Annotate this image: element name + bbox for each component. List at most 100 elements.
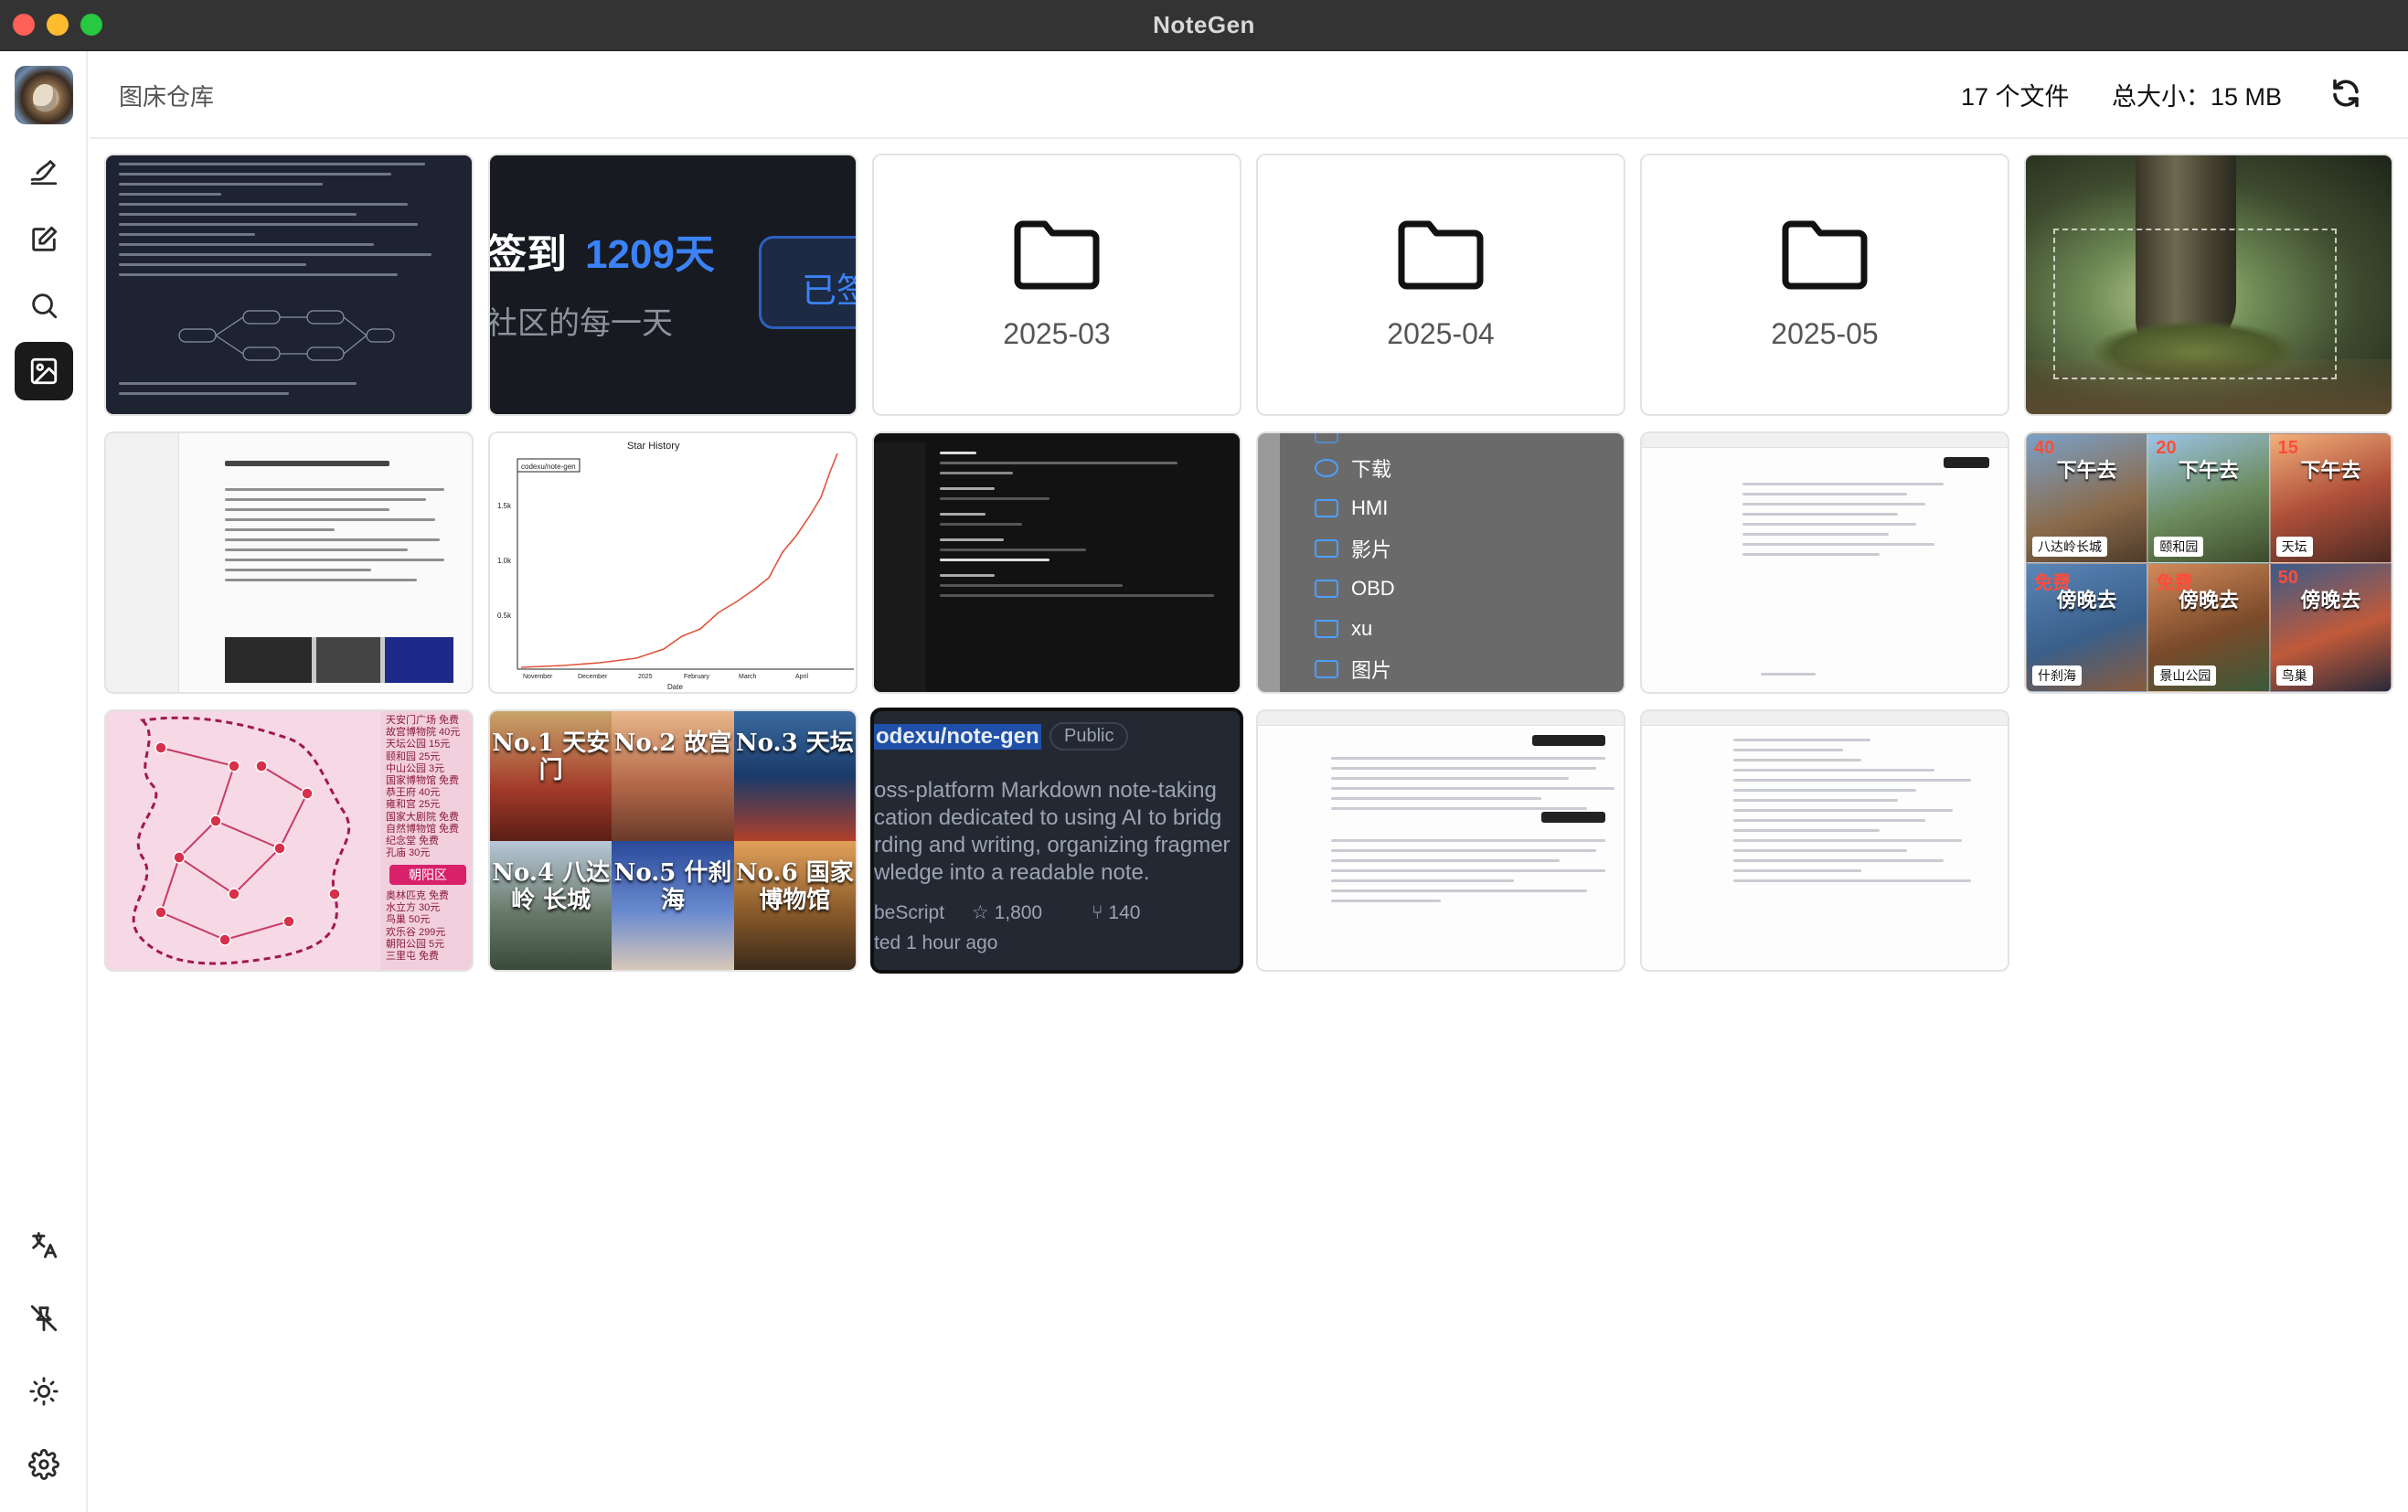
poster-label: No.3 天坛 <box>735 729 854 757</box>
record-button[interactable] <box>15 143 73 201</box>
checkin-subtitle: 社区的每一天 <box>488 306 673 341</box>
repo-updated: ted 1 hour ago <box>874 932 998 953</box>
finder-row: OBD <box>1315 569 1395 609</box>
maximize-window-button[interactable] <box>80 14 102 36</box>
finder-row: xu <box>1315 609 1395 649</box>
visibility-badge: Public <box>1050 722 1129 751</box>
price-item: 欢乐谷 299元 <box>386 926 446 938</box>
folder-item[interactable]: 2025-04 <box>1256 154 1625 416</box>
poster-label: No.5 什刹海 <box>613 858 732 914</box>
refresh-button[interactable] <box>2329 77 2362 110</box>
app-title: NoteGen <box>1153 11 1255 38</box>
price-item: 三里屯 免费 <box>386 951 440 963</box>
fork-count: 140 <box>1108 902 1141 923</box>
repo-language: beScript <box>874 902 945 923</box>
folder-item[interactable]: 2025-05 <box>1640 154 2009 416</box>
pin-toggle-button[interactable] <box>15 1289 73 1347</box>
price-item: 天坛公园 15元 <box>386 739 451 751</box>
minimize-window-button[interactable] <box>47 14 69 36</box>
travel-tile: 40 下午去 八达岭长城 <box>2026 433 2148 563</box>
image-thumbnail[interactable] <box>1256 709 1625 972</box>
doc-title-bar <box>225 461 389 466</box>
image-thumbnail[interactable] <box>1640 431 2009 694</box>
translate-button[interactable] <box>15 1216 73 1274</box>
theme-toggle-button[interactable] <box>15 1362 73 1421</box>
price-item: 鸟巢 50元 <box>386 914 431 926</box>
folder-icon <box>1315 433 1338 443</box>
app-bar <box>1258 711 1624 726</box>
search-button[interactable] <box>15 276 73 335</box>
price-item: 自然博物馆 免费 <box>386 823 460 835</box>
image-thumbnail[interactable] <box>104 431 474 694</box>
folder-name: 2025-04 <box>1387 317 1495 350</box>
write-button[interactable] <box>15 210 73 269</box>
flow-diagram <box>178 310 395 361</box>
travel-tile: 50 傍晚去 鸟巢 <box>2269 562 2392 692</box>
svg-text:March: March <box>739 674 757 680</box>
travel-caption: 下午去 <box>2056 459 2117 482</box>
poster-tile: No.3 天坛 <box>733 711 856 841</box>
travel-caption: 傍晚去 <box>2056 588 2117 612</box>
image-thumbnail[interactable]: 天安门广场 免费 故宫博物院 40元 天坛公园 15元 颐和园 25元 中山公园… <box>104 709 474 972</box>
image-thumbnail[interactable] <box>104 154 474 416</box>
finder-label: xu <box>1351 617 1373 640</box>
poster-tile: No.1 天安门 <box>490 711 613 841</box>
svg-text:0.5k: 0.5k <box>497 612 512 620</box>
image-thumbnail[interactable]: 40 下午去 八达岭长城 20 下午去 颐和园 15 下午去 天坛 免费 傍晚去… <box>2024 431 2393 694</box>
travel-tile: 免费 傍晚去 什刹海 <box>2026 562 2148 692</box>
folder-name: 2025-05 <box>1771 317 1879 350</box>
folder-icon <box>1782 220 1868 290</box>
price-item: 水立方 30元 <box>386 902 441 914</box>
image-thumbnail[interactable]: Star History codexu/note-gen 1.5k 1.0k 0… <box>488 431 858 694</box>
image-thumbnail[interactable] <box>872 431 1241 694</box>
svg-text:1.0k: 1.0k <box>497 557 512 565</box>
svg-text:1.5k: 1.5k <box>497 502 512 510</box>
travel-caption: 傍晚去 <box>2300 588 2361 612</box>
poster-tile: No.6 国家 博物馆 <box>733 840 856 970</box>
image-thumbnail[interactable]: No.1 天安门 No.2 故宫 No.3 天坛 No.4 八达岭 长城 No.… <box>488 709 858 972</box>
travel-tile: 免费 傍晚去 景山公园 <box>2147 562 2270 692</box>
folder-item[interactable]: 2025-03 <box>872 154 1241 416</box>
checkin-heading: 签到 1209天 <box>488 221 715 280</box>
finder-row: 下载 <box>1315 448 1395 488</box>
chat-tag <box>1944 457 1989 468</box>
image-thumbnail[interactable] <box>1640 709 2009 972</box>
star-stat: ☆ 1,800 <box>971 902 1043 923</box>
title-bar: NoteGen <box>0 0 2408 51</box>
image-hosting-button[interactable] <box>15 342 73 400</box>
price-item: 纪念堂 免费 <box>386 836 440 847</box>
price-item: 恭王府 40元 <box>386 787 441 799</box>
finder-label: OBD <box>1351 577 1395 600</box>
folder-icon <box>1315 499 1338 517</box>
description-line: oss-platform Markdown note-taking <box>874 778 1217 803</box>
travel-caption: 下午去 <box>2178 459 2239 482</box>
price-item: 中山公园 3元 <box>386 762 445 774</box>
travel-location: 鸟巢 <box>2275 665 2313 686</box>
travel-tile: 15 下午去 天坛 <box>2269 433 2392 563</box>
app-bar <box>1642 433 2008 448</box>
window-controls <box>13 14 102 36</box>
travel-caption: 下午去 <box>2300 459 2361 482</box>
folder-icon <box>1315 580 1338 598</box>
checkin-prefix: 签到 <box>488 232 567 277</box>
finder-label: 图片 <box>1351 659 1392 682</box>
description-line: cation dedicated to using AI to bridg <box>874 805 1222 830</box>
image-thumbnail[interactable]: odexu/note-gen Public oss-platform Markd… <box>870 708 1243 974</box>
image-thumbnail[interactable]: 签到 1209天 社区的每一天 已签 <box>488 154 858 416</box>
close-window-button[interactable] <box>13 14 35 36</box>
settings-button[interactable] <box>15 1435 73 1494</box>
avatar[interactable] <box>15 66 73 124</box>
total-size: 总大小：15 MB <box>2112 83 2283 111</box>
poster-label: No.1 天安门 <box>492 729 611 784</box>
star-history-repo: codexu/note-gen <box>521 463 576 471</box>
price-item: 孔庙 30元 <box>386 847 431 859</box>
image-thumbnail[interactable]: 下载 HMI 影片 OBD xu 图片 <box>1256 431 1625 694</box>
page-header: 图床仓库 17 个文件 总大小：15 MB <box>90 51 2408 139</box>
download-icon <box>1315 459 1338 477</box>
app-bar <box>1642 711 2008 726</box>
page-title: 图床仓库 <box>119 83 215 111</box>
image-hosting-icon <box>30 357 58 385</box>
settings-sidebar <box>874 442 925 692</box>
image-thumbnail[interactable] <box>2024 154 2393 416</box>
fork-stat: ⑂ 140 <box>1091 902 1141 923</box>
